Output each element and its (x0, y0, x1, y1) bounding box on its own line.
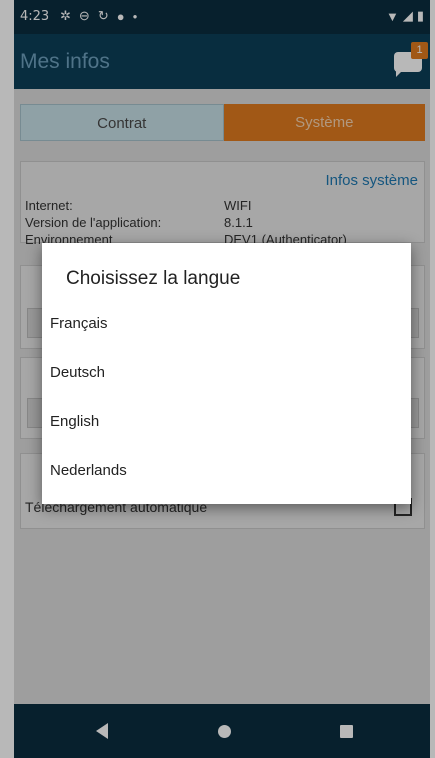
option-english[interactable]: English (50, 400, 405, 444)
option-deutsch[interactable]: Deutsch (50, 351, 405, 395)
option-nederlands[interactable]: Nederlands (50, 449, 405, 493)
language-dialog: Choisissez la langue Français Deutsch En… (42, 243, 411, 504)
dialog-title: Choisissez la langue (66, 268, 241, 289)
option-francais[interactable]: Français (50, 302, 405, 346)
